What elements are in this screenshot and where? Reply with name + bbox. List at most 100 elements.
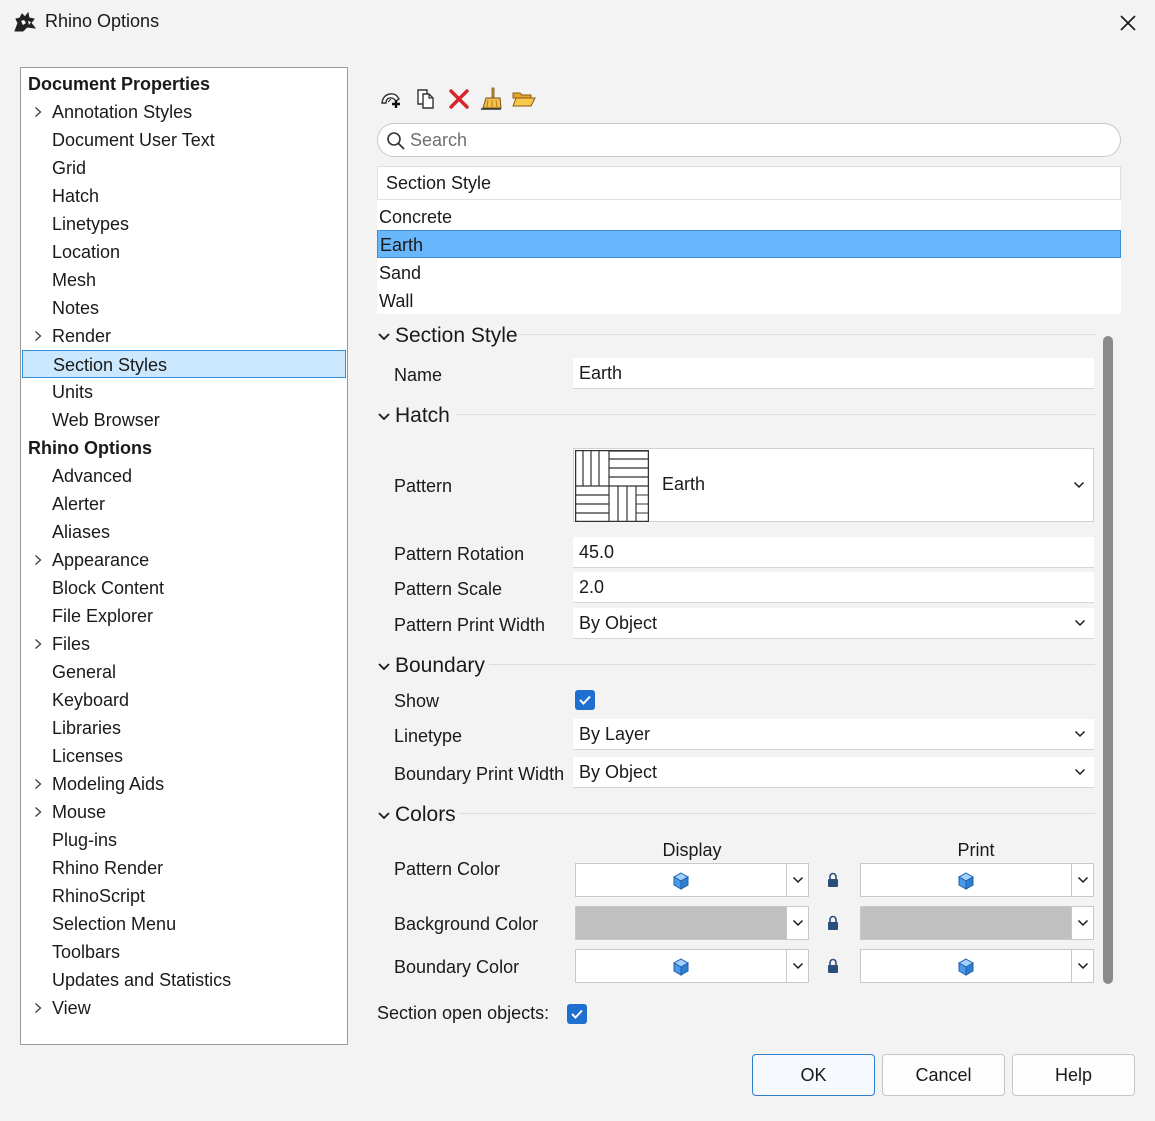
tree-header-rhino-options[interactable]: Rhino Options	[22, 434, 346, 462]
tree-item-general[interactable]: General	[22, 658, 346, 686]
search-box[interactable]	[377, 123, 1121, 157]
search-input[interactable]	[410, 127, 1100, 153]
chevron-down-icon[interactable]	[377, 332, 391, 342]
background-display-color-button[interactable]	[575, 906, 809, 940]
tree-item-render[interactable]: Render	[22, 322, 346, 350]
color-dropdown-arrow[interactable]	[786, 907, 808, 939]
chevron-right-icon[interactable]	[33, 1002, 43, 1014]
close-icon[interactable]	[1119, 14, 1137, 32]
tree-item-mouse[interactable]: Mouse	[22, 798, 346, 826]
pattern-rotation-field[interactable]: 45.0	[573, 537, 1094, 568]
chevron-down-icon[interactable]	[1074, 619, 1086, 627]
chevron-down-icon[interactable]	[792, 876, 804, 884]
show-boundary-checkbox[interactable]	[575, 690, 595, 710]
color-dropdown-arrow[interactable]	[786, 950, 808, 982]
tree-item-file-explorer[interactable]: File Explorer	[22, 602, 346, 630]
chevron-down-icon[interactable]	[1077, 876, 1089, 884]
tree-item-block-content[interactable]: Block Content	[22, 574, 346, 602]
options-tree[interactable]: Document Properties Annotation Styles Docu…	[20, 67, 348, 1045]
list-column-header[interactable]: Section Style	[377, 166, 1121, 200]
name-field[interactable]: Earth	[573, 358, 1094, 389]
pattern-dropdown[interactable]: Earth	[573, 448, 1094, 522]
tree-item-advanced[interactable]: Advanced	[22, 462, 346, 490]
chevron-down-icon[interactable]	[377, 811, 391, 821]
color-dropdown-arrow[interactable]	[1071, 864, 1093, 896]
chevron-right-icon[interactable]	[33, 330, 43, 342]
chevron-down-icon[interactable]	[792, 962, 804, 970]
tree-item-mesh[interactable]: Mesh	[22, 266, 346, 294]
linetype-dropdown[interactable]: By Layer	[573, 719, 1094, 750]
tree-item-rhino-render[interactable]: Rhino Render	[22, 854, 346, 882]
tree-item-notes[interactable]: Notes	[22, 294, 346, 322]
chevron-right-icon[interactable]	[33, 554, 43, 566]
color-dropdown-arrow[interactable]	[786, 864, 808, 896]
tree-item-linetypes[interactable]: Linetypes	[22, 210, 346, 238]
tree-item-libraries[interactable]: Libraries	[22, 714, 346, 742]
new-style-icon[interactable]	[379, 87, 405, 111]
section-style-group-toggle[interactable]: Section Style	[377, 321, 1095, 351]
boundary-print-color-button[interactable]	[860, 949, 1094, 983]
chevron-down-icon[interactable]	[792, 919, 804, 927]
lock-icon[interactable]	[826, 872, 840, 888]
checkmark-icon[interactable]	[578, 694, 592, 706]
tree-item-annotation-styles[interactable]: Annotation Styles	[22, 98, 346, 126]
tree-item-updates-and-statistics[interactable]: Updates and Statistics	[22, 966, 346, 994]
tree-item-units[interactable]: Units	[22, 378, 346, 406]
tree-item-keyboard[interactable]: Keyboard	[22, 686, 346, 714]
chevron-down-icon[interactable]	[377, 412, 391, 422]
chevron-right-icon[interactable]	[33, 778, 43, 790]
lock-icon[interactable]	[826, 958, 840, 974]
section-open-objects-checkbox[interactable]	[567, 1004, 587, 1024]
purge-style-button[interactable]	[477, 84, 505, 114]
chevron-right-icon[interactable]	[33, 638, 43, 650]
tree-item-aliases[interactable]: Aliases	[22, 518, 346, 546]
pattern-scale-field[interactable]: 2.0	[573, 572, 1094, 603]
ok-button[interactable]: OK	[752, 1054, 875, 1096]
import-style-button[interactable]	[510, 84, 538, 114]
tree-item-alerter[interactable]: Alerter	[22, 490, 346, 518]
tree-item-plug-ins[interactable]: Plug-ins	[22, 826, 346, 854]
pattern-print-color-button[interactable]	[860, 863, 1094, 897]
tree-item-hatch[interactable]: Hatch	[22, 182, 346, 210]
tree-item-location[interactable]: Location	[22, 238, 346, 266]
list-item-wall[interactable]: Wall	[377, 287, 1121, 315]
chevron-right-icon[interactable]	[33, 806, 43, 818]
tree-item-licenses[interactable]: Licenses	[22, 742, 346, 770]
chevron-down-icon[interactable]	[1077, 919, 1089, 927]
cancel-button[interactable]: Cancel	[882, 1054, 1005, 1096]
tree-item-appearance[interactable]: Appearance	[22, 546, 346, 574]
color-dropdown-arrow[interactable]	[1071, 907, 1093, 939]
list-item-sand[interactable]: Sand	[377, 259, 1121, 287]
tree-item-selection-menu[interactable]: Selection Menu	[22, 910, 346, 938]
tree-item-rhinoscript[interactable]: RhinoScript	[22, 882, 346, 910]
colors-group-toggle[interactable]: Colors	[377, 800, 1095, 830]
list-item-concrete[interactable]: Concrete	[377, 203, 1121, 231]
tree-item-toolbars[interactable]: Toolbars	[22, 938, 346, 966]
tree-item-files[interactable]: Files	[22, 630, 346, 658]
chevron-down-icon[interactable]	[1074, 730, 1086, 738]
lock-icon[interactable]	[826, 915, 840, 931]
new-style-button[interactable]	[378, 84, 406, 114]
brush-icon[interactable]	[479, 86, 503, 112]
tree-header-document-properties[interactable]: Document Properties	[22, 70, 346, 98]
tree-item-section-styles[interactable]: Section Styles	[22, 350, 346, 378]
list-item-earth[interactable]: Earth	[377, 230, 1121, 258]
delete-style-button[interactable]	[445, 84, 473, 114]
pattern-print-width-dropdown[interactable]: By Object	[573, 608, 1094, 639]
chevron-down-icon[interactable]	[1073, 481, 1085, 489]
boundary-display-color-button[interactable]	[575, 949, 809, 983]
help-button[interactable]: Help	[1012, 1054, 1135, 1096]
hatch-group-toggle[interactable]: Hatch	[377, 401, 1095, 431]
copy-icon[interactable]	[415, 87, 437, 111]
chevron-down-icon[interactable]	[1074, 768, 1086, 776]
background-print-color-button[interactable]	[860, 906, 1094, 940]
delete-icon[interactable]	[448, 88, 470, 110]
chevron-right-icon[interactable]	[33, 106, 43, 118]
checkmark-icon[interactable]	[570, 1008, 584, 1020]
chevron-down-icon[interactable]	[377, 662, 391, 672]
color-dropdown-arrow[interactable]	[1071, 950, 1093, 982]
copy-style-button[interactable]	[412, 84, 440, 114]
boundary-group-toggle[interactable]: Boundary	[377, 651, 1095, 681]
tree-item-modeling-aids[interactable]: Modeling Aids	[22, 770, 346, 798]
properties-scrollbar[interactable]	[1103, 336, 1113, 984]
